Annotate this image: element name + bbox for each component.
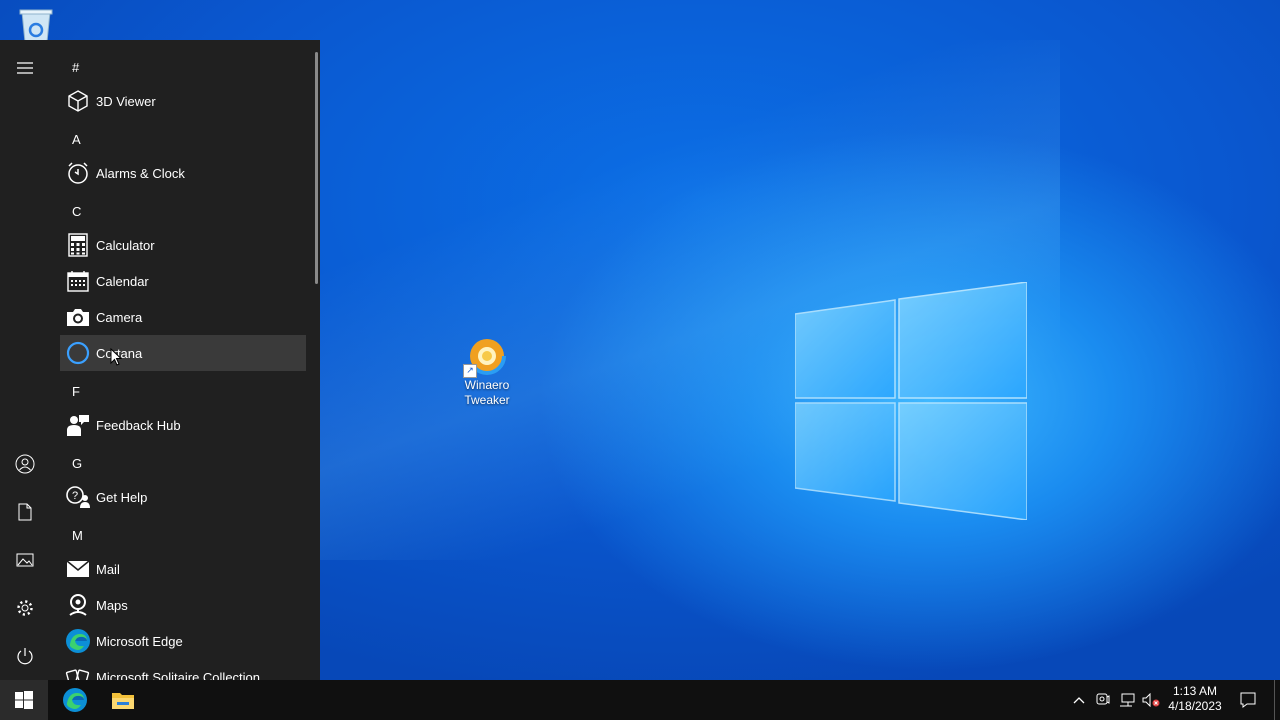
- desktop-icon-winaero-tweaker[interactable]: ↗ Winaero Tweaker: [452, 336, 522, 408]
- app-list: # 3D Viewer A Alarms & Clock C Calculato…: [60, 40, 312, 680]
- app-calendar[interactable]: Calendar: [60, 263, 306, 299]
- app-maps[interactable]: Maps: [60, 587, 306, 623]
- alarm-clock-icon: [60, 155, 96, 191]
- taskbar-edge-button[interactable]: [51, 680, 99, 720]
- app-label: Get Help: [96, 489, 148, 505]
- pictures-icon[interactable]: [0, 538, 50, 582]
- camera-icon: [60, 299, 96, 335]
- app-microsoft-edge[interactable]: Microsoft Edge: [60, 623, 306, 659]
- section-header-g[interactable]: G: [72, 456, 82, 471]
- taskbar-file-explorer-button[interactable]: [99, 680, 147, 720]
- document-icon[interactable]: [0, 490, 50, 534]
- mail-icon: [60, 551, 96, 587]
- app-get-help[interactable]: ? Get Help: [60, 479, 306, 515]
- app-label: Alarms & Clock: [96, 165, 185, 181]
- volume-muted-icon[interactable]: [1140, 680, 1162, 720]
- windows-logo-wallpaper: [795, 282, 1027, 520]
- taskbar: 1:13 AM 4/18/2023: [0, 680, 1280, 720]
- chevron-up-icon[interactable]: [1068, 680, 1090, 720]
- section-header-c[interactable]: C: [72, 204, 81, 219]
- app-label: Maps: [96, 597, 128, 613]
- help-icon: ?: [60, 479, 96, 515]
- calculator-icon: [60, 227, 96, 263]
- section-header-a[interactable]: A: [72, 132, 81, 147]
- cube-icon: [60, 83, 96, 119]
- action-center-icon[interactable]: [1234, 680, 1262, 720]
- app-label: Calculator: [96, 237, 155, 253]
- clock-time: 1:13 AM: [1172, 684, 1218, 698]
- cortana-icon: [60, 335, 96, 371]
- desktop-icon-label-line1: Winaero: [464, 378, 510, 392]
- edge-icon: [60, 623, 96, 659]
- app-calculator[interactable]: Calculator: [60, 227, 306, 263]
- winaero-tweaker-icon: ↗: [463, 336, 507, 378]
- start-button[interactable]: [0, 680, 48, 720]
- shortcut-arrow-icon: ↗: [463, 364, 477, 378]
- meet-now-icon[interactable]: [1092, 680, 1114, 720]
- app-camera[interactable]: Camera: [60, 299, 306, 335]
- clock-date: 4/18/2023: [1168, 699, 1222, 713]
- svg-text:?: ?: [72, 490, 78, 502]
- user-icon[interactable]: [0, 442, 50, 486]
- app-feedback-hub[interactable]: Feedback Hub: [60, 407, 306, 443]
- recycle-bin-icon[interactable]: [16, 8, 56, 42]
- app-label: Calendar: [96, 273, 149, 289]
- maps-icon: [60, 587, 96, 623]
- feedback-icon: [60, 407, 96, 443]
- section-header-m[interactable]: M: [72, 528, 83, 543]
- gear-icon[interactable]: [0, 586, 50, 630]
- calendar-icon: [60, 263, 96, 299]
- file-explorer-icon: [112, 693, 134, 709]
- solitaire-icon: [60, 659, 96, 680]
- start-rail: [0, 40, 50, 680]
- app-list-scrollbar[interactable]: [315, 52, 318, 284]
- network-icon[interactable]: [1116, 680, 1138, 720]
- app-3d-viewer[interactable]: 3D Viewer: [60, 83, 306, 119]
- app-alarms-clock[interactable]: Alarms & Clock: [60, 155, 306, 191]
- section-header-hash[interactable]: #: [72, 60, 79, 75]
- mouse-cursor-icon: [110, 348, 122, 366]
- section-header-f[interactable]: F: [72, 384, 80, 399]
- windows-logo-icon: [15, 691, 33, 709]
- app-mail[interactable]: Mail: [60, 551, 306, 587]
- app-label: Microsoft Edge: [96, 633, 183, 649]
- show-desktop-divider[interactable]: [1274, 680, 1275, 720]
- app-label: Microsoft Solitaire Collection: [96, 669, 261, 681]
- taskbar-clock[interactable]: 1:13 AM 4/18/2023: [1160, 680, 1230, 720]
- start-menu: # 3D Viewer A Alarms & Clock C Calculato…: [0, 40, 320, 680]
- app-cortana[interactable]: Cortana: [60, 335, 306, 371]
- app-label: 3D Viewer: [96, 93, 156, 109]
- power-icon[interactable]: [0, 634, 50, 678]
- app-label: Camera: [96, 309, 143, 325]
- edge-icon: [63, 688, 87, 712]
- app-label: Feedback Hub: [96, 417, 181, 433]
- hamburger-icon[interactable]: [0, 46, 50, 90]
- app-microsoft-solitaire[interactable]: Microsoft Solitaire Collection: [60, 659, 306, 680]
- desktop-icon-label-line2: Tweaker: [464, 393, 510, 407]
- app-label: Mail: [96, 561, 120, 577]
